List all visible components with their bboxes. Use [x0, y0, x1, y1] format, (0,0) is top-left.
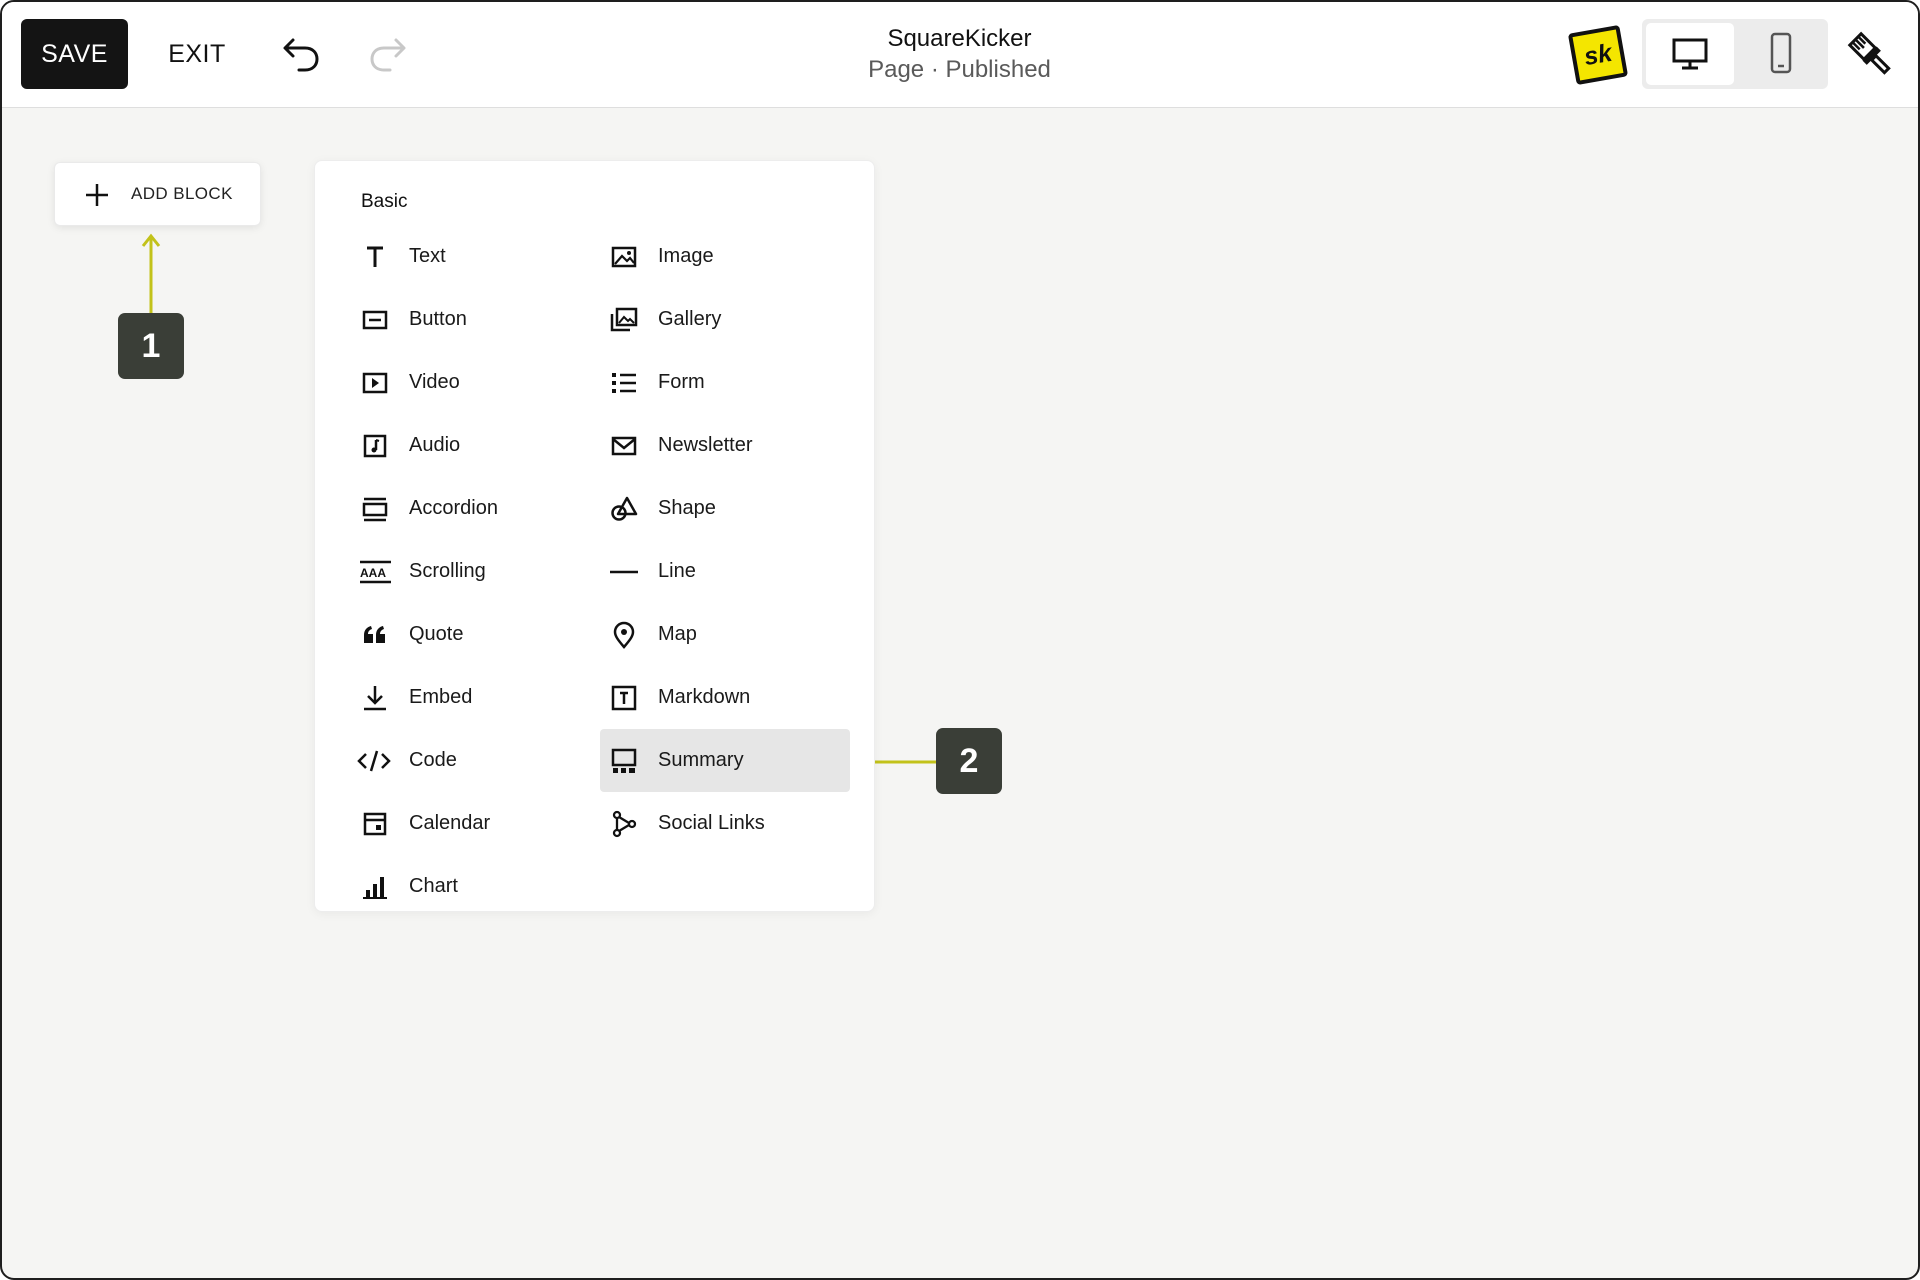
site-title: SquareKicker — [887, 25, 1032, 52]
block-option-newsletter[interactable]: Newsletter — [600, 414, 850, 477]
line-icon — [610, 570, 638, 574]
block-option-label: Scrolling — [409, 560, 486, 582]
video-icon — [362, 372, 388, 394]
redo-button[interactable] — [362, 30, 412, 80]
block-option-quote[interactable]: Quote — [351, 603, 601, 666]
block-option-label: Video — [409, 371, 460, 393]
paintbrush-icon — [1847, 31, 1891, 75]
image-icon — [611, 246, 637, 268]
gallery-icon — [610, 307, 638, 332]
block-option-gallery[interactable]: Gallery — [600, 288, 850, 351]
calendar-icon — [363, 812, 387, 836]
embed-icon — [364, 686, 386, 711]
block-option-label: Shape — [658, 497, 716, 519]
block-option-summary[interactable]: Summary — [600, 729, 850, 792]
page-status: Page · Published — [868, 56, 1051, 83]
block-option-label: Code — [409, 749, 457, 771]
block-option-label: Chart — [409, 875, 458, 897]
block-option-label: Form — [658, 371, 705, 393]
mobile-phone-icon — [1770, 32, 1792, 73]
editor-window: SAVE EXIT SquareKicker Page · Published … — [0, 0, 1920, 1280]
desktop-view-button[interactable] — [1646, 23, 1734, 85]
block-option-video[interactable]: Video — [351, 351, 601, 414]
block-option-label: Newsletter — [658, 434, 753, 456]
page-title-block: SquareKicker Page · Published — [762, 24, 1157, 86]
button-icon — [362, 310, 388, 330]
scrolling-icon: AAA — [360, 560, 391, 584]
block-option-label: Markdown — [658, 686, 751, 708]
block-option-label: Image — [658, 245, 714, 267]
menu-section-heading: Basic — [361, 191, 408, 212]
block-option-markdown[interactable]: Markdown — [600, 666, 850, 729]
step-callout-2: 2 — [936, 728, 1002, 794]
save-button[interactable]: SAVE — [21, 19, 128, 89]
text-icon — [367, 246, 383, 267]
callout-1-arrow — [141, 233, 161, 316]
accordion-icon — [362, 497, 388, 522]
block-option-label: Social Links — [658, 812, 765, 834]
block-option-label: Line — [658, 560, 696, 582]
mobile-view-button[interactable] — [1738, 23, 1824, 85]
block-option-label: Accordion — [409, 497, 498, 519]
block-option-chart[interactable]: Chart — [351, 855, 601, 918]
social-links-icon — [612, 810, 637, 838]
style-editor-button[interactable] — [1845, 29, 1897, 81]
block-option-image[interactable]: Image — [600, 225, 850, 288]
exit-button[interactable]: EXIT — [152, 19, 242, 89]
block-option-code[interactable]: Code — [351, 729, 601, 792]
block-option-scrolling[interactable]: AAA Scrolling — [351, 540, 601, 603]
block-option-label: Embed — [409, 686, 473, 708]
block-option-label: Gallery — [658, 308, 722, 330]
form-icon — [612, 373, 636, 393]
block-option-accordion[interactable]: Accordion — [351, 477, 601, 540]
block-option-label: Map — [658, 623, 697, 645]
audio-icon — [363, 434, 387, 458]
top-toolbar: SAVE EXIT SquareKicker Page · Published … — [2, 2, 1918, 108]
block-option-label: Text — [409, 245, 446, 267]
add-block-menu: Basic Text Button Video Audio Accordion … — [314, 160, 875, 912]
desktop-monitor-icon — [1672, 38, 1708, 69]
block-option-text[interactable]: Text — [351, 225, 601, 288]
block-option-label: Summary — [658, 749, 744, 771]
step-callout-1: 1 — [118, 313, 184, 379]
block-option-audio[interactable]: Audio — [351, 414, 601, 477]
block-option-label: Button — [409, 308, 467, 330]
block-option-label: Quote — [409, 623, 464, 645]
block-option-embed[interactable]: Embed — [351, 666, 601, 729]
code-icon — [357, 750, 391, 772]
newsletter-icon — [611, 436, 637, 456]
block-option-label: Calendar — [409, 812, 491, 834]
plus-icon — [86, 184, 108, 206]
block-option-form[interactable]: Form — [600, 351, 850, 414]
summary-icon — [611, 748, 637, 773]
block-option-map[interactable]: Map — [600, 603, 850, 666]
device-toggle — [1642, 19, 1828, 89]
map-pin-icon — [613, 621, 635, 649]
block-option-social-links[interactable]: Social Links — [600, 792, 850, 855]
shape-icon — [611, 496, 638, 521]
block-option-shape[interactable]: Shape — [600, 477, 850, 540]
add-block-label: ADD BLOCK — [131, 184, 233, 203]
add-block-button[interactable]: ADD BLOCK — [54, 162, 261, 226]
squarekicker-logo-button[interactable]: sk — [1567, 24, 1629, 86]
markdown-icon — [611, 685, 637, 711]
undo-button[interactable] — [277, 30, 327, 80]
redo-arrow-icon — [370, 38, 406, 72]
chart-icon — [363, 877, 387, 899]
svg-text:AAA: AAA — [360, 566, 386, 580]
block-option-button[interactable]: Button — [351, 288, 601, 351]
block-option-label: Audio — [409, 434, 461, 456]
undo-arrow-icon — [283, 38, 319, 72]
quote-icon — [364, 626, 385, 643]
block-option-calendar[interactable]: Calendar — [351, 792, 601, 855]
block-option-line[interactable]: Line — [600, 540, 850, 603]
